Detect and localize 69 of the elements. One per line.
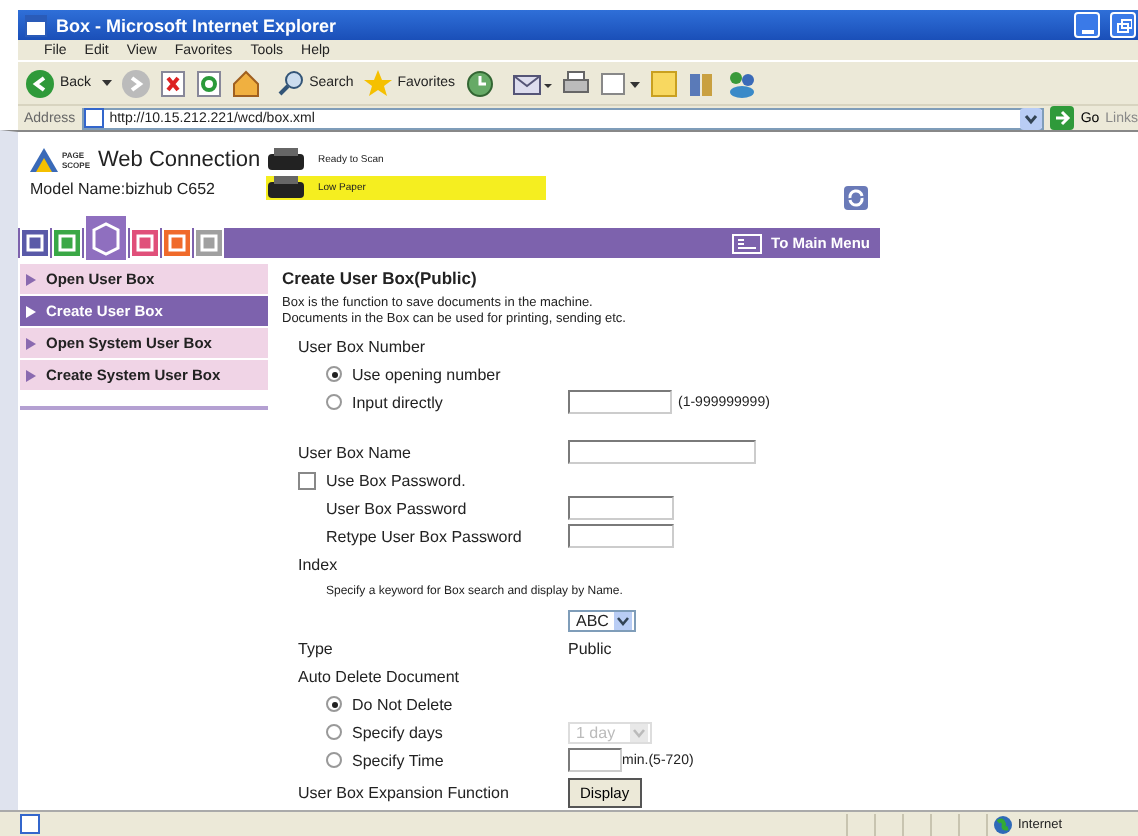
dropdown-icon bbox=[614, 611, 632, 630]
checkbox-label: Use Box Password. bbox=[326, 471, 466, 490]
restore-icon bbox=[1115, 17, 1131, 34]
radio-button[interactable] bbox=[326, 394, 342, 411]
field-label: Retype User Box Password bbox=[324, 527, 524, 546]
radio-label: Do Not Delete bbox=[352, 695, 453, 714]
type-value: Public bbox=[568, 639, 614, 658]
radio-label: Specify days bbox=[352, 723, 443, 742]
triangle-icon bbox=[26, 273, 36, 286]
research-icon[interactable] bbox=[687, 69, 716, 98]
home-icon[interactable] bbox=[231, 69, 260, 98]
edit-icon[interactable] bbox=[599, 69, 640, 98]
input-field[interactable] bbox=[568, 440, 756, 465]
dropdown-icon bbox=[630, 723, 648, 742]
triangle-icon bbox=[26, 305, 36, 318]
radio-label: Use opening number bbox=[352, 365, 501, 384]
menu-screen-icon bbox=[731, 233, 762, 254]
mail-icon[interactable] bbox=[511, 69, 552, 98]
form-title: Create User Box(Public) bbox=[282, 268, 479, 289]
triangle-icon bbox=[26, 337, 36, 350]
dropdown-icon[interactable] bbox=[101, 79, 112, 88]
radio-label: Input directly bbox=[352, 393, 443, 412]
checkbox[interactable] bbox=[298, 471, 316, 490]
field-label: User Box Number bbox=[296, 337, 428, 356]
tab-icon[interactable] bbox=[84, 214, 128, 263]
window-title: Box - Microsoft Internet Explorer bbox=[56, 15, 337, 36]
refresh-icon[interactable] bbox=[195, 69, 222, 98]
radio-label: Specify Time bbox=[352, 751, 444, 770]
field-label: Auto Delete Document bbox=[296, 667, 461, 686]
field-label: User Box Password bbox=[324, 499, 469, 518]
radio-button[interactable] bbox=[326, 752, 342, 769]
tab-icon[interactable] bbox=[52, 228, 82, 259]
tab-icon[interactable] bbox=[194, 228, 224, 259]
search-icon bbox=[277, 70, 304, 97]
tab-icon[interactable] bbox=[162, 228, 192, 259]
printer-icon[interactable] bbox=[561, 69, 590, 98]
password-field[interactable] bbox=[568, 524, 674, 549]
tab-icon[interactable] bbox=[20, 228, 50, 259]
printer-icon bbox=[266, 176, 306, 201]
radio-button[interactable] bbox=[326, 696, 342, 713]
page-icon bbox=[20, 814, 40, 835]
printer-icon bbox=[266, 148, 306, 173]
refresh-icon[interactable] bbox=[844, 186, 868, 211]
minimize-button[interactable] bbox=[1074, 12, 1100, 39]
password-field[interactable] bbox=[568, 496, 674, 521]
logo-icon bbox=[30, 148, 58, 173]
model-name: Model Name:bizhub C652 bbox=[30, 180, 217, 199]
dropdown-icon[interactable] bbox=[1020, 107, 1043, 130]
field-label: Index bbox=[296, 555, 340, 574]
index-select[interactable]: ABC bbox=[568, 609, 636, 632]
radio-button[interactable] bbox=[326, 366, 342, 383]
globe-icon bbox=[994, 815, 1012, 834]
field-label: User Box Name bbox=[296, 443, 413, 462]
browser-icon bbox=[24, 13, 48, 38]
page-icon bbox=[83, 108, 104, 129]
input-field[interactable] bbox=[568, 748, 622, 773]
field-label: Type bbox=[296, 639, 335, 658]
history-icon[interactable] bbox=[465, 69, 494, 98]
input-field[interactable] bbox=[568, 390, 672, 415]
tab-icon[interactable] bbox=[130, 228, 160, 259]
restore-button[interactable] bbox=[1110, 12, 1136, 39]
star-icon bbox=[363, 69, 392, 98]
minimize-icon bbox=[1081, 29, 1093, 34]
field-label: User Box Expansion Function bbox=[296, 783, 511, 802]
radio-button[interactable] bbox=[326, 724, 342, 741]
logo-text: Web Connection bbox=[98, 148, 261, 173]
triangle-icon bbox=[26, 369, 36, 382]
messenger-icon[interactable] bbox=[725, 69, 758, 98]
stop-icon[interactable] bbox=[159, 69, 186, 98]
